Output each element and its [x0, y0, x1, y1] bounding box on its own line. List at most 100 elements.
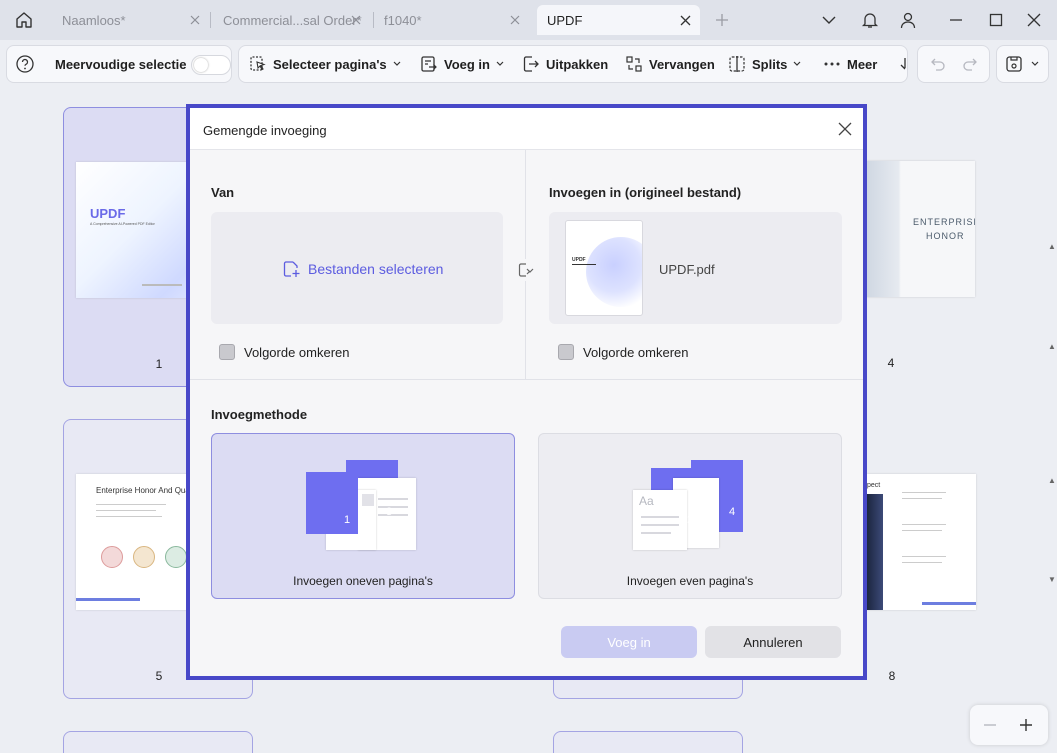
chevron-down-icon [496, 61, 504, 66]
page-number: 1 [155, 357, 163, 371]
save-group [996, 45, 1049, 83]
swap-icon[interactable] [515, 259, 537, 281]
tab-commercial[interactable]: Commercial...sal Order* [213, 5, 371, 35]
zoom-in-icon[interactable] [1014, 713, 1038, 737]
split-label: Splits [752, 56, 788, 72]
tab-bar: Naamloos* Commercial...sal Order* f1040*… [0, 0, 1057, 40]
tab-label: UPDF [547, 13, 583, 28]
replace-button[interactable]: Vervangen [625, 46, 715, 82]
more-icon [824, 62, 840, 66]
select-pages-label: Selecteer pagina's [273, 56, 387, 72]
multi-select-label: Meervoudige selectie [55, 56, 187, 72]
tab-updf[interactable]: UPDF [537, 5, 700, 35]
insert-odd-pages-option[interactable]: 1 3 Invoegen oneven pagina's [211, 433, 515, 599]
thumb-title: pect [867, 482, 881, 489]
toggle-knob [194, 58, 208, 72]
close-icon[interactable] [186, 11, 204, 29]
help-icon[interactable] [15, 46, 41, 82]
history-group [917, 45, 990, 83]
more-label: Meer [847, 56, 878, 72]
save-icon[interactable] [1005, 46, 1029, 82]
redo-icon[interactable] [962, 46, 986, 82]
file-name: UPDF.pdf [659, 262, 715, 277]
split-button[interactable]: Splits [728, 46, 807, 82]
thumb-brand: UPDF [90, 206, 126, 221]
odd-pages-illustration: 1 3 [306, 458, 418, 558]
thumb-text: ENTERPRISE [913, 217, 975, 227]
checkbox-box[interactable] [558, 344, 574, 360]
checkbox-label: Volgorde omkeren [583, 344, 689, 360]
extract-icon [523, 56, 539, 72]
page-card-9[interactable] [63, 731, 253, 753]
page-card-12[interactable] [553, 731, 743, 753]
award-badge-icon [133, 546, 155, 568]
scroll-arrow-icon[interactable]: ▲ [1048, 476, 1056, 485]
close-icon[interactable] [676, 11, 694, 29]
dialog-body: Gemengde invoeging Van Bestanden selecte… [190, 108, 863, 676]
close-icon[interactable] [347, 11, 365, 29]
user-icon[interactable] [896, 8, 920, 32]
file-thumbnail: UPDF [565, 220, 643, 316]
page-thumbnail: ENTERPRISE HONOR [866, 161, 975, 297]
chevron-down-icon[interactable] [1031, 46, 1045, 82]
award-badge-icon [165, 546, 187, 568]
odd-pages-label: Invoegen oneven pagina's [293, 574, 433, 588]
maximize-icon[interactable] [984, 8, 1008, 32]
method-title: Invoegmethode [211, 407, 308, 422]
insert-confirm-button[interactable]: Voeg in [561, 626, 697, 658]
award-badge-icon [101, 546, 123, 568]
section-divider [190, 379, 863, 380]
page-number: 8 [888, 669, 896, 683]
scroll-down-icon[interactable]: ▼ [1048, 575, 1056, 584]
multi-select-toggle[interactable] [191, 55, 231, 75]
select-files-button[interactable]: Bestanden selecteren [282, 260, 443, 278]
close-icon[interactable] [836, 120, 854, 138]
window-close-icon[interactable] [1022, 8, 1046, 32]
page-number: 4 [887, 356, 895, 370]
page-number: 1 [344, 514, 351, 526]
select-files-label: Bestanden selecteren [308, 261, 444, 277]
insert-into-title: Invoegen in (origineel bestand) [549, 185, 742, 200]
new-tab-icon[interactable] [711, 9, 733, 31]
reverse-order-left-checkbox[interactable]: Volgorde omkeren [219, 344, 350, 360]
page-thumbnail: pect [867, 474, 976, 610]
split-icon [729, 56, 745, 72]
select-pages-button[interactable]: Selecteer pagina's [249, 46, 407, 82]
insert-button[interactable]: Voeg in [420, 46, 510, 82]
bell-icon[interactable] [858, 8, 882, 32]
close-icon[interactable] [506, 11, 524, 29]
minimize-icon[interactable] [944, 8, 968, 32]
insert-even-pages-option[interactable]: Aa 2 4 Invoegen even pagina's [538, 433, 842, 599]
insert-label: Voeg in [444, 56, 490, 72]
zoom-controls [970, 705, 1048, 745]
tab-label: f1040* [384, 13, 422, 28]
even-pages-label: Invoegen even pagina's [626, 574, 754, 588]
tab-divider [210, 12, 211, 28]
chevron-down-icon[interactable] [817, 8, 841, 32]
scroll-up-icon[interactable]: ▲ [1048, 242, 1056, 251]
extract-button[interactable]: Uitpakken [522, 46, 608, 82]
zoom-out-icon[interactable] [978, 713, 1002, 737]
file-drop-zone[interactable]: Bestanden selecteren [211, 212, 503, 324]
cancel-button[interactable]: Annuleren [705, 626, 841, 658]
home-icon[interactable] [10, 8, 38, 32]
selection-group: Meervoudige selectie [6, 45, 232, 83]
thumb-text: HONOR [926, 231, 965, 241]
from-title: Van [211, 185, 235, 200]
download-icon[interactable] [899, 46, 913, 82]
page-number: 5 [155, 669, 163, 683]
tab-f1040[interactable]: f1040* [374, 5, 530, 35]
tab-naamloos[interactable]: Naamloos* [52, 5, 210, 35]
dialog-header: Gemengde invoeging [190, 108, 863, 150]
reverse-order-right-checkbox[interactable]: Volgorde omkeren [558, 344, 689, 360]
checkbox-box[interactable] [219, 344, 235, 360]
scroll-thumb-icon[interactable]: ▲ [1048, 342, 1056, 351]
insert-icon [421, 56, 437, 72]
more-button[interactable]: Meer [823, 46, 877, 82]
thumb-subtitle: A Comprehensive AI-Powered PDF Editor [90, 222, 155, 226]
thumb-line [142, 284, 182, 286]
undo-icon[interactable] [928, 46, 952, 82]
replace-icon [626, 56, 642, 72]
chevron-down-icon [793, 61, 801, 66]
page-number: 2 [687, 514, 694, 526]
